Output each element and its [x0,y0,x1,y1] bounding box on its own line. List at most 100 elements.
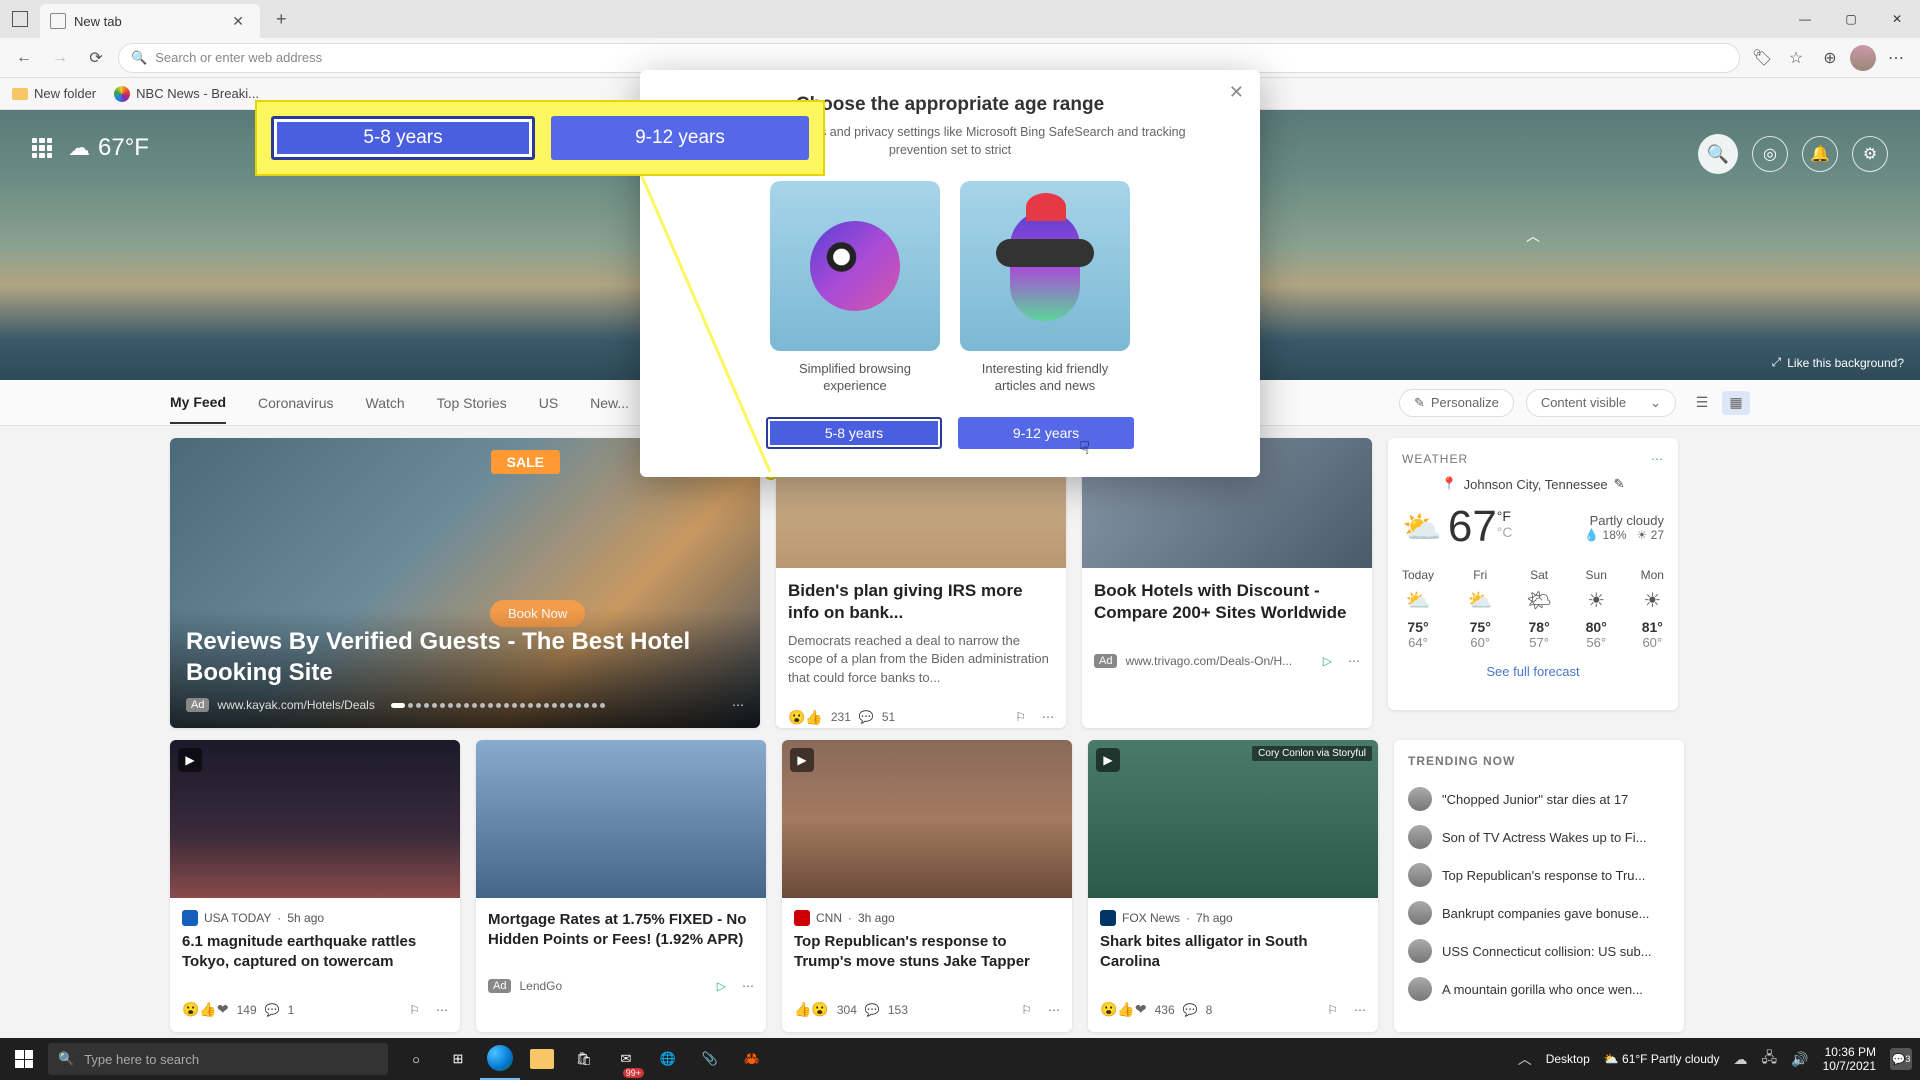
apps-grid-icon[interactable] [32,138,52,158]
card-shark[interactable]: ▶ Cory Conlon via Storyful FOX News·7h a… [1088,740,1378,1032]
bookmark-folder[interactable]: New folder [12,86,96,101]
callout-5-8-button[interactable]: 5-8 years [271,116,535,160]
feed-tab-myfeed[interactable]: My Feed [170,382,226,424]
reactions-icon[interactable]: 😮👍❤ [182,1001,229,1018]
taskbar-mail-icon[interactable]: ✉99+ [606,1038,646,1080]
feed-tab-watch[interactable]: Watch [366,383,405,423]
collections-icon[interactable]: ⊕ [1816,44,1844,72]
back-button[interactable]: ← [10,44,38,72]
see-forecast-link[interactable]: See full forecast [1402,664,1664,679]
close-window-button[interactable]: ✕ [1874,0,1920,38]
bookmark-icon[interactable]: ⚐ [1021,1003,1032,1017]
refresh-button[interactable]: ⟳ [82,44,110,72]
close-tab-icon[interactable]: ✕ [226,11,250,32]
feed-tab-us[interactable]: US [539,383,558,423]
play-icon[interactable]: ▷ [717,979,726,993]
forecast-day[interactable]: Fri⛅75°60° [1468,568,1493,650]
bookmark-icon[interactable]: ⚐ [1327,1003,1338,1017]
forecast-day[interactable]: Sun☀80°56° [1586,568,1607,650]
task-view-icon[interactable]: ⊞ [438,1038,478,1080]
notifications-icon[interactable]: 🔔 [1802,136,1838,172]
settings-icon[interactable]: ⚙ [1852,136,1888,172]
feed-tab-topstories[interactable]: Top Stories [437,383,507,423]
bookmark-icon[interactable]: ⚐ [409,1003,420,1017]
comment-icon[interactable]: 💬 [859,710,874,724]
trending-item[interactable]: Bankrupt companies gave bonuse... [1408,894,1670,932]
forward-button[interactable]: → [46,44,74,72]
bookmark-icon[interactable]: ⚐ [1015,710,1026,724]
card-tokyo[interactable]: ▶ USA TODAY·5h ago 6.1 magnitude earthqu… [170,740,460,1032]
taskbar-explorer-icon[interactable] [522,1038,562,1080]
age-9-12-button[interactable]: 9-12 years [958,417,1134,449]
shopping-icon[interactable]: 🏷 [1748,44,1776,72]
trending-item[interactable]: Son of TV Actress Wakes up to Fi... [1408,818,1670,856]
card-menu-icon[interactable]: ⋯ [1042,710,1054,724]
feed-tab-coronavirus[interactable]: Coronavirus [258,383,333,423]
start-button[interactable] [0,1038,48,1080]
tab-actions-icon[interactable] [0,0,40,38]
weather-menu-icon[interactable]: ⋯ [1651,452,1664,466]
reactions-icon[interactable]: 👍😮 [794,1001,829,1018]
card-menu-icon[interactable]: ⋯ [742,979,754,993]
play-icon[interactable]: ▷ [1323,654,1332,668]
taskbar-app-icon[interactable]: 📎 [690,1038,730,1080]
card-trivago[interactable]: Book Hotels with Discount - Compare 200+… [1082,438,1372,728]
maximize-button[interactable]: ▢ [1828,0,1874,38]
trending-item[interactable]: "Chopped Junior" star dies at 17 [1408,780,1670,818]
callout-9-12-button[interactable]: 9-12 years [551,116,809,160]
taskbar-store-icon[interactable]: 🛍 [564,1038,604,1080]
carousel-pager[interactable] [391,703,605,708]
cortana-icon[interactable]: ○ [396,1038,436,1080]
like-background-link[interactable]: ⤢ Like this background? [1772,355,1904,370]
taskbar-search[interactable]: 🔍 Type here to search [48,1043,388,1075]
hero-search-button[interactable]: 🔍 [1698,134,1738,174]
weather-card[interactable]: WEATHER ⋯ 📍 Johnson City, Tennessee ✎ ⛅ … [1388,438,1678,710]
forecast-day[interactable]: Sat🌤78°57° [1526,568,1551,650]
browser-tab[interactable]: New tab ✕ [40,4,260,38]
rewards-icon[interactable]: ◎ [1752,136,1788,172]
unit-c[interactable]: °C [1497,524,1513,540]
address-bar[interactable]: 🔍 Search or enter web address [118,43,1740,73]
card-menu-icon[interactable]: ⋯ [1048,1003,1060,1017]
card-hotel[interactable]: SALE Book Now Reviews By Verified Guests… [170,438,760,728]
card-menu-icon[interactable]: ⋯ [1348,654,1360,668]
card-irs[interactable]: Biden's plan giving IRS more info on ban… [776,438,1066,728]
forecast-day[interactable]: Mon☀81°60° [1641,568,1664,650]
tray-cloud-icon[interactable]: ☁ [1734,1051,1748,1068]
taskbar-weather[interactable]: ⛅ 61°F Partly cloudy [1604,1052,1720,1066]
taskbar-clock[interactable]: 10:36 PM 10/7/2021 [1823,1045,1876,1074]
tray-network-icon[interactable]: 🖧 [1762,1047,1778,1071]
tray-overflow-icon[interactable]: ︿ [1518,1049,1532,1069]
reactions-icon[interactable]: 😮👍 [788,709,823,726]
age-5-8-button[interactable]: 5-8 years [766,417,942,449]
card-menu-icon[interactable]: ⋯ [732,698,744,712]
menu-icon[interactable]: ⋯ [1882,44,1910,72]
tray-volume-icon[interactable]: 🔊 [1791,1051,1808,1068]
card-menu-icon[interactable]: ⋯ [436,1003,448,1017]
favorites-icon[interactable]: ☆ [1782,44,1810,72]
modal-close-button[interactable]: ✕ [1229,82,1244,103]
comment-icon[interactable]: 💬 [1183,1003,1198,1017]
trending-item[interactable]: USS Connecticut collision: US sub... [1408,932,1670,970]
bookmark-nbc[interactable]: NBC News - Breaki... [114,86,259,102]
unit-f[interactable]: °F [1497,508,1511,524]
action-center-icon[interactable]: 💬3 [1890,1048,1912,1070]
taskbar-edge-icon[interactable] [480,1038,520,1080]
minimize-button[interactable]: — [1782,0,1828,38]
hero-weather[interactable]: ☁ 67°F [68,134,149,162]
trending-item[interactable]: A mountain gorilla who once wen... [1408,970,1670,1008]
trending-item[interactable]: Top Republican's response to Tru... [1408,856,1670,894]
forecast-day[interactable]: Today⛅75°64° [1402,568,1434,650]
taskbar-app-icon[interactable]: 🦀 [732,1038,772,1080]
comment-icon[interactable]: 💬 [265,1003,280,1017]
new-tab-button[interactable]: + [268,5,295,34]
edit-location-icon[interactable]: ✎ [1614,476,1625,492]
card-menu-icon[interactable]: ⋯ [1354,1003,1366,1017]
taskbar-desktop-label[interactable]: Desktop [1546,1052,1590,1066]
feed-tab-more[interactable]: New... [590,383,629,423]
comment-icon[interactable]: 💬 [865,1003,880,1017]
layout-list-button[interactable]: ☰ [1688,391,1716,415]
profile-avatar[interactable] [1850,45,1876,71]
taskbar-chrome-icon[interactable]: 🌐 [648,1038,688,1080]
content-visible-dropdown[interactable]: Content visible ⌄ [1526,389,1676,417]
